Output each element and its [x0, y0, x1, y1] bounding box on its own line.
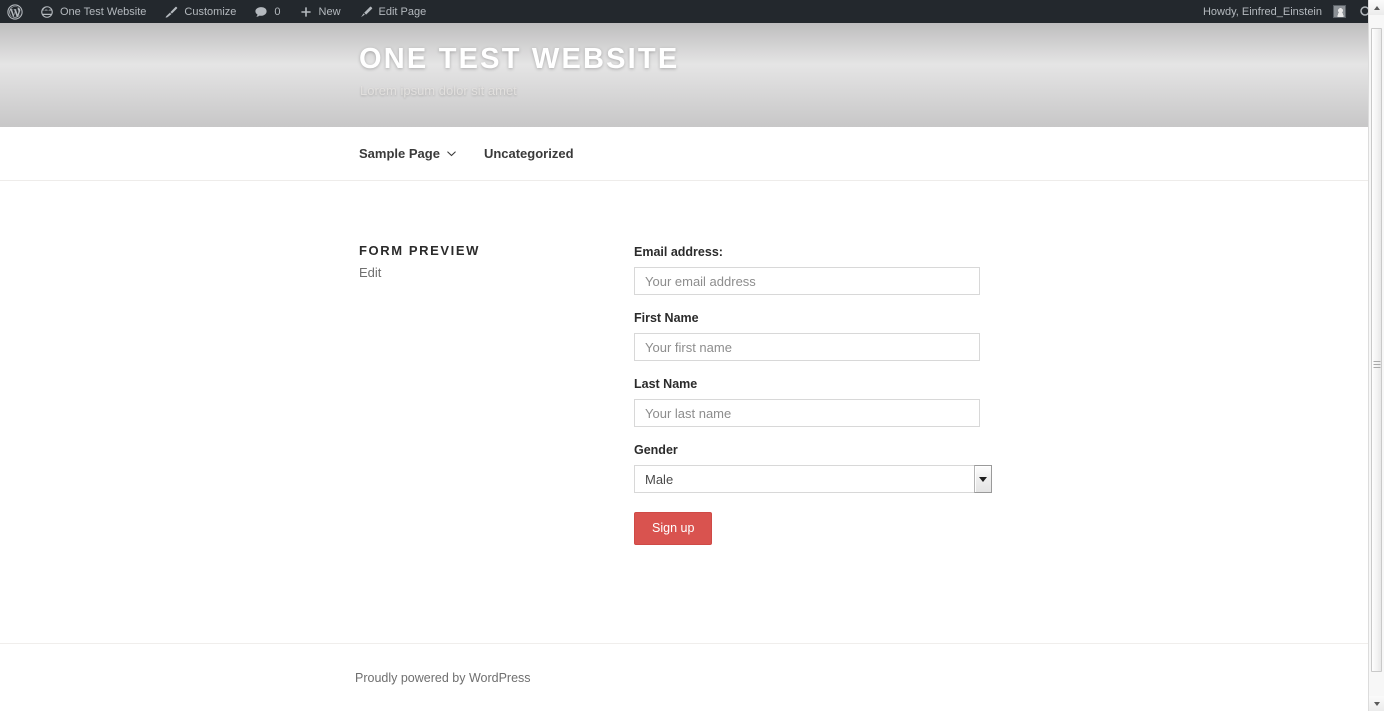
wordpress-logo-icon [7, 3, 23, 20]
page-title[interactable]: ONE TEST WEBSITE [359, 42, 679, 76]
site-header-banner: ONE TEST WEBSITE Lorem ipsum dolor sit a… [0, 23, 1368, 127]
signup-form: Email address: First Name Last Name Gend… [634, 243, 1368, 545]
email-field[interactable] [634, 267, 980, 295]
comments-count: 0 [274, 5, 281, 18]
howdy-label: Howdy, Einfred_Einstein [1202, 5, 1322, 18]
paintbrush-icon [164, 5, 178, 19]
nav-item-label: Sample Page [359, 146, 440, 161]
field-last-name: Last Name [634, 377, 1368, 427]
content-columns: FORM PREVIEW Edit Email address: First N… [359, 181, 1368, 545]
admin-bar-comments[interactable]: 0 [245, 0, 289, 23]
scroll-down-arrow-icon[interactable] [1369, 696, 1384, 711]
admin-bar-right-group: Howdy, Einfred_Einstein [1194, 0, 1384, 23]
site-tagline: Lorem ipsum dolor sit amet [360, 83, 517, 98]
first-name-label: First Name [634, 311, 699, 325]
main-content: FORM PREVIEW Edit Email address: First N… [0, 181, 1368, 643]
customize-label: Customize [184, 5, 237, 18]
gender-selected-value: Male [645, 471, 674, 487]
email-label: Email address: [634, 245, 723, 259]
footer-credit-prefix: Proudly powered by [355, 671, 469, 685]
scrollbar-thumb-grip [1373, 361, 1380, 370]
gender-label: Gender [634, 443, 678, 457]
last-name-field[interactable] [634, 399, 980, 427]
entry-title: FORM PREVIEW [359, 243, 481, 258]
header-overlay-shade [0, 23, 1368, 127]
plus-icon [299, 5, 313, 19]
comment-bubble-icon [254, 5, 268, 19]
nav-item-sample-page[interactable]: Sample Page [359, 146, 456, 161]
nav-item-label: Uncategorized [483, 146, 574, 161]
first-name-field[interactable] [634, 333, 980, 361]
primary-navigation: Sample Page Uncategorized [0, 127, 1368, 181]
dashboard-home-icon [40, 5, 54, 19]
wp-logo-menu-item[interactable] [0, 0, 31, 23]
edit-page-label: Edit Page [378, 5, 427, 18]
entry-meta-column: FORM PREVIEW Edit [359, 243, 634, 545]
triangle-down-icon[interactable] [974, 465, 992, 493]
wp-admin-bar: One Test Website Customize 0 New Edit Pa… [0, 0, 1384, 23]
nav-item-uncategorized[interactable]: Uncategorized [484, 146, 574, 161]
edit-link[interactable]: Edit [359, 265, 634, 280]
admin-bar-customize[interactable]: Customize [155, 0, 245, 23]
gender-select[interactable]: Male [634, 465, 980, 493]
admin-bar-site-name[interactable]: One Test Website [31, 0, 155, 23]
site-name-label: One Test Website [60, 5, 147, 18]
vertical-scrollbar[interactable] [1368, 0, 1384, 711]
scrollbar-thumb[interactable] [1371, 28, 1382, 672]
signup-button[interactable]: Sign up [634, 512, 713, 545]
gender-select-wrapper: Male [634, 465, 992, 493]
header-text-block: ONE TEST WEBSITE Lorem ipsum dolor sit a… [359, 42, 679, 99]
field-email: Email address: [634, 245, 1368, 295]
site-footer: Proudly powered by WordPress [0, 643, 1368, 711]
admin-bar-edit-page[interactable]: Edit Page [350, 0, 436, 23]
nav-item-list: Sample Page Uncategorized [359, 146, 574, 161]
last-name-label: Last Name [634, 377, 698, 391]
chevron-down-icon[interactable] [447, 150, 456, 157]
admin-bar-my-account[interactable]: Howdy, Einfred_Einstein [1194, 0, 1350, 23]
wordpress-link[interactable]: WordPress [469, 671, 531, 685]
field-first-name: First Name [634, 311, 1368, 361]
footer-credit: Proudly powered by WordPress [355, 644, 1368, 685]
admin-bar-left-group: One Test Website Customize 0 New Edit Pa… [0, 0, 435, 23]
avatar [1333, 5, 1346, 18]
pencil-icon [359, 5, 373, 19]
admin-bar-new-content[interactable]: New [290, 0, 350, 23]
scroll-up-arrow-icon[interactable] [1369, 0, 1384, 15]
new-label: New [318, 5, 341, 18]
browser-viewport: One Test Website Customize 0 New Edit Pa… [0, 0, 1384, 711]
field-gender: Gender Male [634, 443, 1368, 493]
